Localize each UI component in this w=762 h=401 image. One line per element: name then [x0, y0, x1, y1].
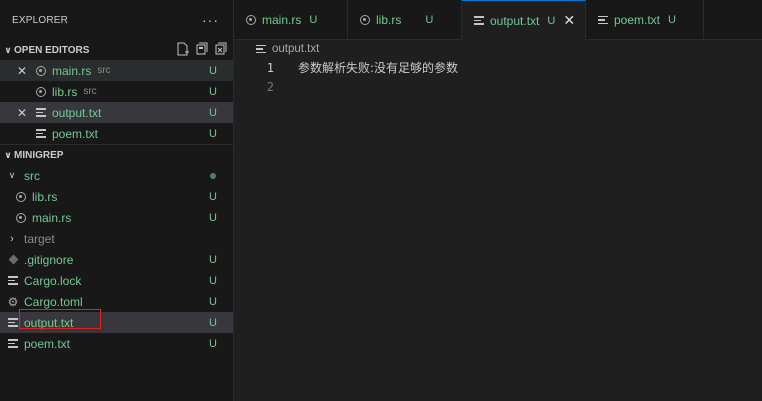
git-status-badge: U	[209, 295, 217, 308]
gear-icon: ⚙	[7, 294, 19, 309]
workspace-header[interactable]: ∨ MINIGREP	[0, 144, 233, 165]
git-status-badge: U	[209, 127, 217, 140]
open-editors-title: OPEN EDITORS	[14, 44, 90, 56]
git-status-badge: U	[209, 85, 217, 98]
close-editor-icon[interactable]: ✕	[16, 106, 28, 120]
explorer-header: EXPLORER ···	[0, 0, 233, 40]
file-name: .gitignore	[24, 252, 74, 267]
text-file-icon	[34, 129, 48, 138]
breadcrumb: output.txt	[234, 40, 762, 58]
new-untitled-file-icon[interactable]	[177, 42, 189, 56]
save-all-icon[interactable]	[196, 42, 208, 56]
folder-name: src	[24, 168, 40, 183]
tab-label: main.rs	[262, 13, 302, 27]
text-file-icon	[34, 108, 48, 117]
file-name: main.rs	[52, 63, 92, 78]
more-actions-icon[interactable]: ···	[202, 12, 219, 28]
git-status-badge: U	[668, 14, 676, 26]
tab-main-rs[interactable]: main.rs U	[234, 0, 348, 40]
chevron-down-icon: ∨	[4, 44, 12, 55]
close-tab-icon[interactable]: ✕	[563, 12, 575, 29]
text-file-icon	[474, 16, 484, 25]
gitignore-icon	[6, 254, 20, 265]
code-line: 1 参数解析失败:没有足够的参数	[234, 58, 762, 77]
file-item[interactable]: Cargo.lock U	[0, 270, 233, 291]
folder-name: target	[24, 231, 55, 246]
tab-poem-txt[interactable]: poem.txt U	[586, 0, 704, 40]
file-folder-description: src	[97, 65, 111, 76]
folder-item[interactable]: › target	[0, 228, 233, 249]
open-editor-item[interactable]: lib.rs src U	[0, 81, 233, 102]
git-status-badge: U	[209, 337, 217, 350]
explorer-sidebar: EXPLORER ··· ∨ OPEN EDITORS ✕ main.rs sr…	[0, 0, 234, 401]
rust-file-icon	[34, 86, 48, 97]
file-name: output.txt	[52, 105, 102, 120]
text-file-icon	[598, 15, 608, 25]
chevron-down-icon: ∨	[8, 170, 16, 180]
text-file-icon	[6, 276, 20, 285]
git-status-badge: U	[425, 14, 434, 26]
rust-file-icon	[360, 15, 370, 25]
git-status-badge: U	[209, 253, 217, 266]
git-status-badge: U	[209, 274, 217, 287]
open-editor-item[interactable]: poem.txt U	[0, 123, 233, 144]
tab-label: poem.txt	[614, 13, 661, 27]
tab-output-txt[interactable]: output.txt U ✕	[462, 0, 586, 40]
open-editor-item[interactable]: ✕ output.txt U	[0, 102, 233, 123]
text-file-icon	[6, 318, 20, 327]
file-folder-description: src	[83, 86, 97, 97]
git-status-badge: U	[547, 14, 556, 27]
file-name: Cargo.lock	[24, 273, 82, 288]
code-line: 2	[234, 77, 762, 96]
rust-file-icon	[246, 15, 256, 25]
file-name: output.txt	[24, 315, 74, 330]
rust-file-icon	[34, 65, 48, 76]
git-status-badge: U	[209, 190, 217, 203]
file-name: poem.txt	[24, 336, 71, 351]
git-status-badge: U	[209, 106, 217, 119]
tab-lib-rs[interactable]: lib.rs U	[348, 0, 462, 40]
git-status-badge: U	[209, 64, 217, 77]
open-editor-item[interactable]: ✕ main.rs src U	[0, 60, 233, 81]
chevron-down-icon: ∨	[4, 149, 12, 160]
chevron-right-icon: ›	[10, 232, 14, 245]
file-item[interactable]: poem.txt U	[0, 333, 233, 354]
text-file-icon	[256, 44, 266, 54]
line-text: 参数解析失败:没有足够的参数	[298, 61, 459, 75]
git-status-badge: U	[209, 316, 217, 329]
git-status-badge: U	[309, 14, 318, 26]
breadcrumb-file[interactable]: output.txt	[272, 43, 319, 55]
rust-file-icon	[14, 191, 28, 202]
open-editors-header[interactable]: ∨ OPEN EDITORS	[0, 40, 233, 60]
editor-content[interactable]: 1 参数解析失败:没有足够的参数 2	[234, 58, 762, 96]
file-item[interactable]: main.rs U	[0, 207, 233, 228]
file-item[interactable]: ⚙ Cargo.toml U	[0, 291, 233, 312]
modified-dot-icon	[210, 173, 216, 179]
close-all-editors-icon[interactable]	[215, 42, 227, 56]
file-name: main.rs	[32, 210, 72, 225]
line-number: 2	[266, 79, 274, 94]
workspace-title: MINIGREP	[14, 149, 64, 161]
editor-tab-bar: main.rs U lib.rs U output.txt U ✕ poem.t…	[234, 0, 762, 40]
folder-item[interactable]: ∨ src	[0, 165, 233, 186]
rust-file-icon	[14, 212, 28, 223]
text-file-icon	[6, 339, 20, 348]
close-editor-icon[interactable]: ✕	[16, 64, 28, 78]
file-name: lib.rs	[32, 189, 58, 204]
tab-label: output.txt	[490, 13, 540, 28]
file-name: lib.rs	[52, 84, 78, 99]
file-item[interactable]: lib.rs U	[0, 186, 233, 207]
file-name: Cargo.toml	[24, 294, 83, 309]
line-number: 1	[266, 60, 274, 75]
file-name: poem.txt	[52, 126, 99, 141]
file-item[interactable]: output.txt U	[0, 312, 233, 333]
git-status-badge: U	[209, 211, 217, 224]
file-item[interactable]: .gitignore U	[0, 249, 233, 270]
tab-label: lib.rs	[376, 13, 402, 27]
explorer-title: EXPLORER	[12, 14, 69, 26]
